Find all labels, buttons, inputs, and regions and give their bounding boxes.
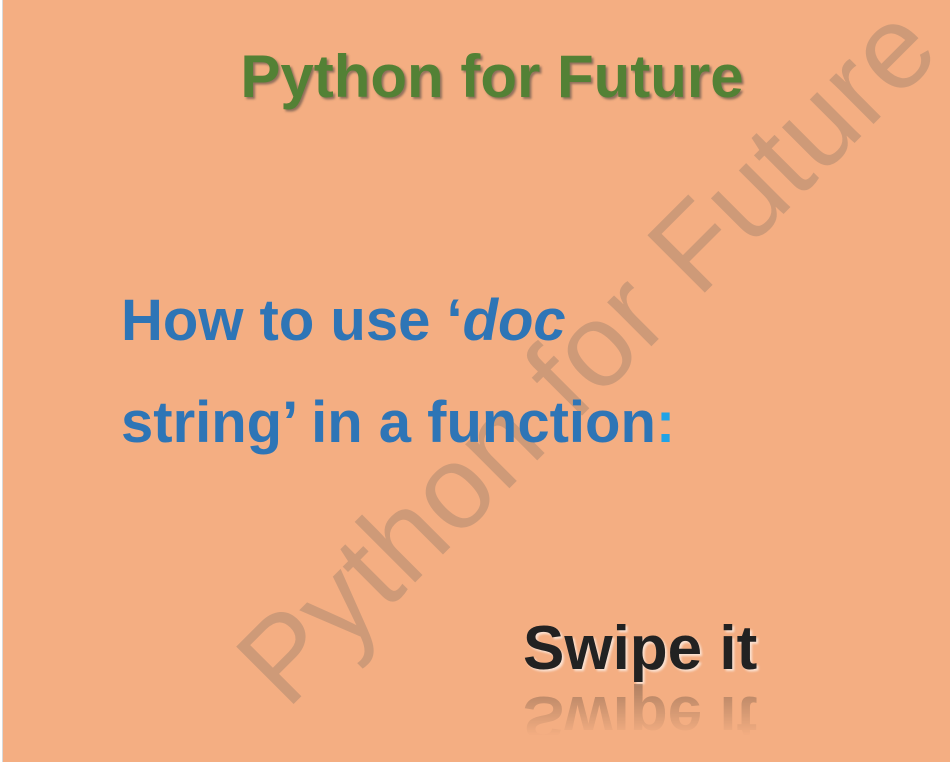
headline-line-1-italic: doc [462, 288, 566, 353]
headline-line-2: string’ in a function: [121, 372, 841, 474]
headline-colon: : [655, 390, 676, 455]
headline-line-1-prefix: How to use ‘ [121, 288, 463, 353]
headline-line-1: How to use ‘doc [121, 270, 841, 372]
headline: How to use ‘doc string’ in a function: [121, 270, 841, 474]
header-title: Python for Future [240, 43, 744, 110]
slide: Python for Future Python for Future How … [2, 0, 950, 762]
swipe-label-reflection: Swipe it [523, 683, 758, 752]
headline-line-2-text: string’ in a function [121, 390, 656, 455]
swipe-label[interactable]: Swipe it [523, 612, 757, 686]
